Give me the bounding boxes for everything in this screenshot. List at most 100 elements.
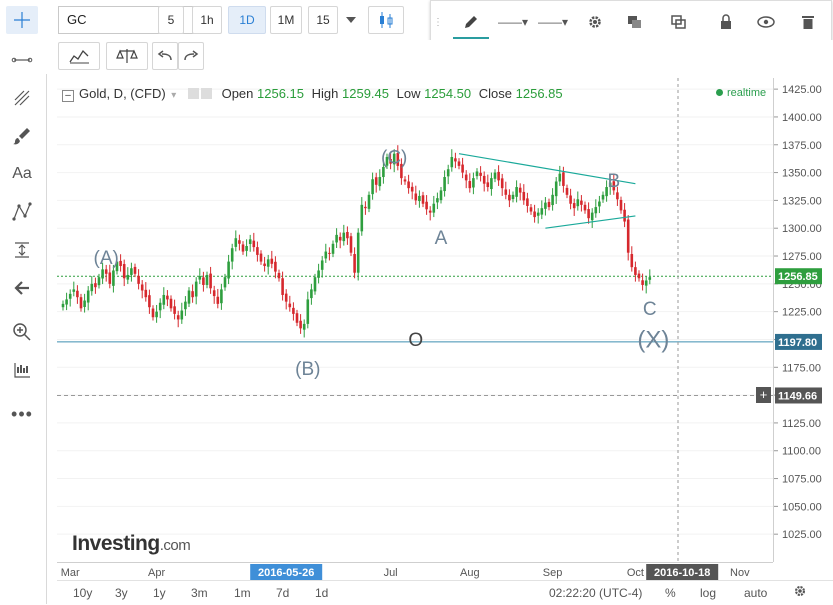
log-toggle[interactable]: log [700,586,716,600]
clock-time: 02:22:20 (UTC-4) [549,586,643,600]
low-label: Low [396,86,421,101]
range-10y[interactable]: 10y [73,586,92,600]
indicators-icon[interactable] [58,42,100,70]
hide-icon[interactable] [200,88,212,99]
candle-body [306,299,310,324]
candle-body [86,290,90,303]
line-color-icon[interactable]: ——▾ [495,7,531,37]
candle-body [432,203,436,213]
range-1d[interactable]: 1d [315,586,328,600]
candle-body [360,204,364,232]
candle-body [216,296,220,304]
range-3y[interactable]: 3y [115,586,128,600]
range-7d[interactable]: 7d [276,586,289,600]
chart-area[interactable]: (A) (B) (C) A B C (X) O [57,78,773,562]
settings-icon[interactable] [187,88,199,99]
trash-icon[interactable] [795,7,821,37]
candle-body [158,302,162,311]
candle-body [490,178,493,190]
text-tool-icon[interactable]: Aa [6,160,38,188]
candle-body [533,211,536,218]
candle-body [565,187,569,195]
fork-tool-icon[interactable] [6,84,38,112]
candle-body [497,171,500,181]
interval-1h[interactable]: 1h [192,6,222,34]
candle-body [475,171,479,177]
candle-body [616,192,619,200]
undo-icon[interactable] [152,42,178,70]
price-tick-label: 1300.00 [782,223,822,235]
drag-handle-icon[interactable]: ⋮ [433,7,443,37]
legend-menu-icon[interactable]: ▾ [171,90,176,101]
candle-body [569,195,572,204]
indicator-icon[interactable] [6,356,38,384]
price-tick-label: 1375.00 [782,140,822,152]
price-label: 1149.66 [778,390,817,402]
candle-body [486,182,490,188]
price-label: 1197.80 [778,337,817,349]
candle-body [508,194,511,201]
price-chart[interactable]: (A) (B) (C) A B C (X) O [57,78,773,562]
measure-icon[interactable] [6,236,38,264]
redo-icon[interactable] [178,42,204,70]
interval-1d[interactable]: 1D [228,6,266,34]
pattern-tool-icon[interactable] [6,198,38,226]
candle-body [562,172,565,186]
candle-body [140,284,144,291]
add-price-button[interactable]: + [756,387,771,404]
price-axis-svg: 1025.001050.001075.001100.001125.001150.… [774,84,822,541]
wave-label: B [607,171,620,192]
interval-5[interactable]: 5 [158,6,184,34]
candle-body [248,239,252,245]
candle-type-icon[interactable] [368,6,404,34]
bottom-bar: 10y 3y 1y 3m 1m 7d 1d 02:22:20 (UTC-4) %… [57,580,833,605]
eye-icon[interactable] [753,7,779,37]
lock-icon[interactable] [713,7,739,37]
candle-body [112,270,115,286]
pencil-icon[interactable] [453,7,489,39]
crosshair-icon[interactable] [6,6,38,34]
range-1m[interactable]: 1m [234,586,251,600]
candle-body [256,247,259,255]
candle-body [367,194,371,209]
candle-body [598,201,601,207]
wave-label: (B) [295,359,320,380]
brush-icon[interactable] [6,122,38,150]
time-axis[interactable]: Mar Apr 2016-05-26 Jul Aug Sep Oct 2016-10-18 No… [57,562,773,581]
interval-1m[interactable]: 1M [270,6,302,34]
close-value: 1256.85 [515,86,563,101]
gear-icon[interactable] [581,7,609,37]
candle-body [349,236,353,253]
close-label: Close [478,86,512,101]
candle-body [238,240,241,244]
clone-icon[interactable] [665,7,695,37]
zoom-icon[interactable] [6,318,38,346]
candle-body [493,172,497,179]
collapse-icon[interactable]: – [62,90,74,102]
percent-toggle[interactable]: % [665,586,676,600]
candle-body [623,209,626,222]
auto-toggle[interactable]: auto [744,586,767,600]
range-1y[interactable]: 1y [153,586,166,600]
trend-line-icon[interactable] [6,46,38,74]
candle-body [108,272,112,284]
gear-icon[interactable] [793,584,807,601]
more-icon[interactable]: ••• [6,400,38,428]
candle-body [313,277,317,292]
range-3m[interactable]: 3m [191,586,208,600]
candle-body [418,195,421,202]
price-tick-label: 1425.00 [782,84,822,96]
compare-icon[interactable] [106,42,148,70]
fill-icon[interactable] [621,7,651,37]
price-axis[interactable]: 1025.001050.001075.001100.001125.001150.… [773,78,833,562]
line-style-icon[interactable]: ——▾ [535,7,571,37]
candle-body [648,277,652,280]
price-tick-label: 1100.00 [782,446,821,458]
back-arrow-icon[interactable] [6,274,38,302]
candle-body [252,240,256,248]
candle-body [536,212,540,216]
interval-15[interactable]: 15 [308,6,338,34]
candle-body [292,307,295,314]
chevron-down-icon[interactable] [340,6,362,34]
candle-body [162,294,166,305]
